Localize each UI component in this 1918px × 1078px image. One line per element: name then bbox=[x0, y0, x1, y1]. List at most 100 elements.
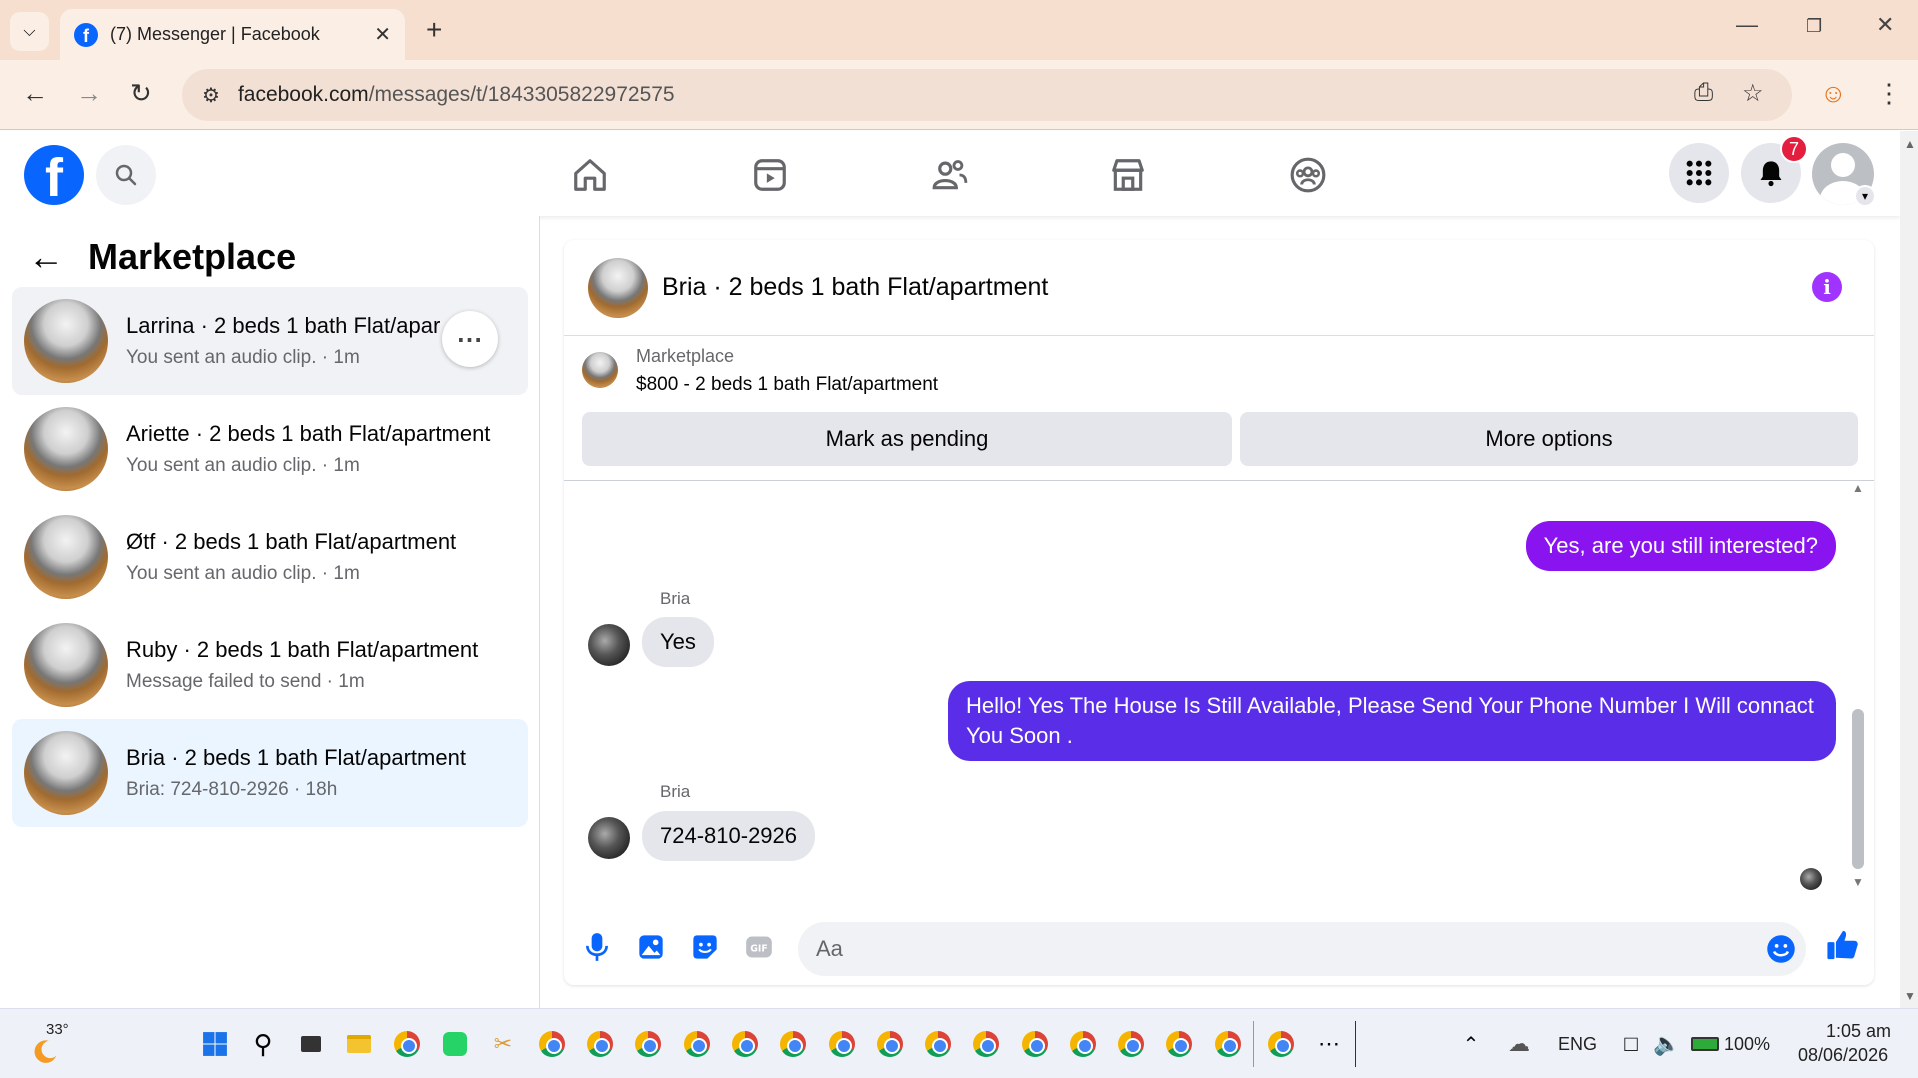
start-button[interactable] bbox=[200, 1029, 230, 1059]
reload-icon[interactable]: ↻ bbox=[130, 78, 152, 109]
page-scrollbar[interactable]: ▲ ▼ bbox=[1900, 131, 1918, 1008]
chrome-icon[interactable] bbox=[682, 1029, 712, 1059]
restore-icon[interactable]: ❐ bbox=[1806, 16, 1822, 37]
tab-search-button[interactable]: ⌵ bbox=[10, 12, 49, 51]
chrome-icon[interactable] bbox=[1020, 1029, 1050, 1059]
search-button[interactable] bbox=[96, 145, 156, 205]
home-nav-button[interactable] bbox=[568, 153, 612, 197]
conversation-snippet: You sent an audio clip. · 1m bbox=[126, 455, 360, 476]
friends-nav-button[interactable] bbox=[928, 153, 972, 197]
chrome-icon[interactable] bbox=[585, 1029, 615, 1059]
url-host: facebook.com bbox=[237, 83, 369, 106]
task-view-icon[interactable] bbox=[296, 1029, 326, 1059]
more-apps-icon[interactable]: ⋯ bbox=[1314, 1029, 1344, 1059]
scroll-down-icon[interactable]: ▼ bbox=[1852, 875, 1864, 889]
sticker-icon bbox=[693, 935, 717, 959]
clock-time[interactable]: 1:05 am bbox=[1826, 1021, 1891, 1042]
attach-photo-button[interactable] bbox=[634, 930, 668, 964]
tab-close-icon[interactable]: ✕ bbox=[374, 22, 391, 47]
chrome-icon[interactable] bbox=[778, 1029, 808, 1059]
chrome-icon[interactable] bbox=[923, 1029, 953, 1059]
incoming-message[interactable]: 724-810-2926 bbox=[642, 811, 816, 861]
chrome-icon[interactable] bbox=[633, 1029, 663, 1059]
grid-menu-icon bbox=[1686, 160, 1712, 186]
chrome-icon[interactable] bbox=[392, 1029, 422, 1059]
outgoing-message[interactable]: Yes, are you still interested? bbox=[1525, 521, 1836, 571]
groups-nav-button[interactable] bbox=[1286, 153, 1330, 197]
scrollbar-thumb[interactable] bbox=[1852, 709, 1864, 869]
photo-icon bbox=[639, 935, 663, 959]
sender-avatar[interactable] bbox=[588, 817, 630, 859]
scroll-up-icon[interactable]: ▲ bbox=[1904, 137, 1916, 151]
browser-tab[interactable]: f (7) Messenger | Facebook ✕ bbox=[60, 9, 405, 60]
listing-thumbnail bbox=[24, 623, 108, 707]
sticker-button[interactable] bbox=[688, 930, 722, 964]
whatsapp-icon[interactable] bbox=[440, 1029, 470, 1059]
language-indicator[interactable]: ENG bbox=[1558, 1034, 1597, 1055]
install-app-icon[interactable]: ⎙ bbox=[1694, 79, 1713, 107]
facebook-logo-icon[interactable]: f bbox=[24, 145, 84, 205]
conversation-item[interactable]: Ruby · 2 beds 1 bath Flat/apartment Mess… bbox=[12, 611, 528, 719]
chrome-icon[interactable] bbox=[730, 1029, 760, 1059]
mark-as-pending-button[interactable]: Mark as pending bbox=[582, 412, 1232, 466]
browser-toolbar: ← → ↻ ⚙ facebook.com/messages/t/18433058… bbox=[0, 60, 1918, 130]
address-bar[interactable]: ⚙ facebook.com/messages/t/18433058229725… bbox=[182, 69, 1792, 121]
incoming-message[interactable]: Yes bbox=[642, 617, 714, 667]
chrome-icon[interactable] bbox=[971, 1029, 1001, 1059]
network-icon[interactable]: □ bbox=[1616, 1029, 1646, 1059]
menu-button[interactable] bbox=[1669, 143, 1729, 203]
facebook-header: f ▾ bbox=[0, 131, 1900, 216]
conversation-item[interactable]: Larrina · 2 beds 1 bath Flat/apartment Y… bbox=[12, 287, 528, 395]
chrome-icon[interactable] bbox=[1164, 1029, 1194, 1059]
emoji-icon[interactable] bbox=[1766, 934, 1796, 964]
chat-avatar[interactable] bbox=[588, 257, 648, 318]
chrome-icon[interactable] bbox=[1266, 1029, 1296, 1059]
back-arrow-icon[interactable]: ← bbox=[28, 236, 64, 278]
file-explorer-icon[interactable] bbox=[344, 1029, 374, 1059]
forward-arrow-icon[interactable]: → bbox=[76, 78, 102, 109]
battery-icon[interactable] bbox=[1690, 1029, 1720, 1059]
chat-title[interactable]: Bria · 2 beds 1 bath Flat/apartment bbox=[662, 273, 1048, 302]
chrome-icon[interactable] bbox=[827, 1029, 857, 1059]
site-settings-icon[interactable]: ⚙ bbox=[202, 83, 220, 108]
snipping-tool-icon[interactable]: ✂ bbox=[488, 1029, 518, 1059]
conversation-item[interactable]: Øtf · 2 beds 1 bath Flat/apartment You s… bbox=[12, 503, 528, 611]
outgoing-message[interactable]: Hello! Yes The House Is Still Available,… bbox=[948, 681, 1836, 761]
clock-date[interactable]: 08/06/2026 bbox=[1798, 1045, 1888, 1066]
window-close-icon[interactable]: ✕ bbox=[1876, 12, 1894, 38]
chrome-icon[interactable] bbox=[1116, 1029, 1146, 1059]
chevron-down-icon: ⌵ bbox=[23, 22, 36, 40]
volume-icon[interactable]: 🔈 bbox=[1652, 1029, 1682, 1059]
scroll-down-icon[interactable]: ▼ bbox=[1904, 989, 1916, 1003]
new-tab-icon[interactable]: + bbox=[426, 14, 442, 46]
conversation-item-active[interactable]: Bria · 2 beds 1 bath Flat/apartment Bria… bbox=[12, 719, 528, 827]
bookmark-star-icon[interactable]: ☆ bbox=[1742, 79, 1764, 108]
gif-button[interactable]: GIF bbox=[742, 930, 776, 964]
chevron-up-icon[interactable]: ⌃ bbox=[1456, 1029, 1486, 1059]
profile-icon[interactable]: ☺ bbox=[1820, 78, 1847, 109]
menu-dots-icon[interactable]: ⋮ bbox=[1876, 78, 1902, 109]
chrome-icon[interactable] bbox=[1068, 1029, 1098, 1059]
marketplace-nav-button[interactable] bbox=[1106, 153, 1150, 197]
voice-clip-button[interactable] bbox=[580, 930, 614, 964]
more-options-button[interactable]: More options bbox=[1240, 412, 1858, 466]
chrome-icon[interactable] bbox=[1213, 1029, 1243, 1059]
sender-avatar[interactable] bbox=[588, 624, 630, 666]
search-icon[interactable]: ⚲ bbox=[248, 1029, 278, 1059]
chat-scrollbar[interactable]: ▲ ▼ bbox=[1852, 481, 1864, 905]
info-icon[interactable]: i bbox=[1812, 272, 1842, 302]
conversation-item[interactable]: Ariette · 2 beds 1 bath Flat/apartment Y… bbox=[12, 395, 528, 503]
marketplace-icon bbox=[1112, 159, 1144, 191]
scroll-up-icon[interactable]: ▲ bbox=[1852, 481, 1864, 495]
back-arrow-icon[interactable]: ← bbox=[22, 78, 48, 109]
message-input[interactable]: Aa bbox=[798, 922, 1806, 976]
video-nav-button[interactable] bbox=[748, 153, 792, 197]
chrome-icon[interactable] bbox=[875, 1029, 905, 1059]
chevron-down-icon[interactable]: ▾ bbox=[1854, 185, 1876, 207]
cloud-icon[interactable]: ☁ bbox=[1504, 1029, 1534, 1059]
like-button[interactable] bbox=[1824, 926, 1862, 964]
minimize-icon[interactable]: — bbox=[1736, 12, 1758, 38]
chrome-icon[interactable] bbox=[537, 1029, 567, 1059]
more-options-icon[interactable]: ⋯ bbox=[442, 311, 498, 367]
weather-moon-icon[interactable] bbox=[30, 1037, 60, 1067]
